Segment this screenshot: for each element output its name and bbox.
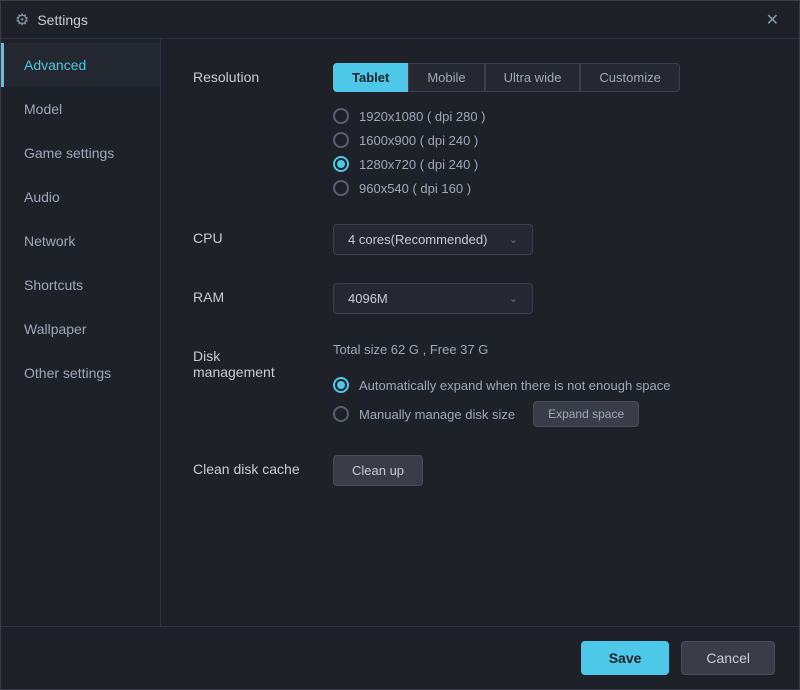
resolution-label-4: 960x540 ( dpi 160 ) [359,181,471,196]
content-area: Advanced Model Game settings Audio Netwo… [1,39,799,626]
tab-customize[interactable]: Customize [580,63,679,92]
cpu-dropdown-arrow: ⌄ [509,233,518,246]
close-button[interactable]: ✕ [760,8,785,32]
expand-space-button[interactable]: Expand space [533,401,639,427]
resolution-option-4[interactable]: 960x540 ( dpi 160 ) [333,180,767,196]
radio-outer-3 [333,156,349,172]
cpu-section: CPU 4 cores(Recommended) ⌄ [193,224,767,255]
disk-option-1[interactable]: Automatically expand when there is not e… [333,377,767,393]
settings-icon: ⚙ [15,10,29,30]
disk-radio-outer-1 [333,377,349,393]
radio-outer-1 [333,108,349,124]
disk-radio-inner-1 [337,381,345,389]
clean-label: Clean disk cache [193,455,313,477]
cpu-dropdown[interactable]: 4 cores(Recommended) ⌄ [333,224,533,255]
ram-label: RAM [193,283,313,305]
sidebar-item-advanced[interactable]: Advanced [1,43,160,87]
resolution-label-3: 1280x720 ( dpi 240 ) [359,157,478,172]
cpu-label: CPU [193,224,313,246]
radio-outer-4 [333,180,349,196]
footer: Save Cancel [1,626,799,689]
disk-info: Total size 62 G , Free 37 G [333,342,767,357]
disk-radio-outer-2 [333,406,349,422]
disk-label: Disk management [193,342,313,380]
sidebar-item-other-settings[interactable]: Other settings [1,351,160,395]
ram-dropdown-arrow: ⌄ [509,292,518,305]
tab-mobile[interactable]: Mobile [408,63,484,92]
ram-content: 4096M ⌄ [333,283,767,314]
resolution-tabs: Tablet Mobile Ultra wide Customize [333,63,767,92]
cleanup-button[interactable]: Clean up [333,455,423,486]
sidebar-item-wallpaper[interactable]: Wallpaper [1,307,160,351]
cpu-value: 4 cores(Recommended) [348,232,487,247]
resolution-label: Resolution [193,63,313,85]
radio-outer-2 [333,132,349,148]
disk-label-2: Manually manage disk size [359,407,515,422]
sidebar-item-game-settings[interactable]: Game settings [1,131,160,175]
resolution-label-1: 1920x1080 ( dpi 280 ) [359,109,485,124]
disk-content: Total size 62 G , Free 37 G Automaticall… [333,342,767,427]
settings-window: ⚙ Settings ✕ Advanced Model Game setting… [0,0,800,690]
sidebar-item-model[interactable]: Model [1,87,160,131]
cpu-content: 4 cores(Recommended) ⌄ [333,224,767,255]
resolution-options: 1920x1080 ( dpi 280 ) 1600x900 ( dpi 240… [333,108,767,196]
resolution-content: Tablet Mobile Ultra wide Customize 1920x… [333,63,767,196]
resolution-option-2[interactable]: 1600x900 ( dpi 240 ) [333,132,767,148]
clean-content: Clean up [333,455,767,486]
disk-options: Automatically expand when there is not e… [333,377,767,427]
titlebar-left: ⚙ Settings [15,10,88,30]
cancel-button[interactable]: Cancel [681,641,775,675]
tab-ultrawide[interactable]: Ultra wide [485,63,581,92]
resolution-option-3[interactable]: 1280x720 ( dpi 240 ) [333,156,767,172]
sidebar-item-audio[interactable]: Audio [1,175,160,219]
save-button[interactable]: Save [581,641,670,675]
main-content: Resolution Tablet Mobile Ultra wide Cust… [161,39,799,626]
window-title: Settings [37,12,88,28]
disk-label-1: Automatically expand when there is not e… [359,378,670,393]
sidebar: Advanced Model Game settings Audio Netwo… [1,39,161,626]
sidebar-item-shortcuts[interactable]: Shortcuts [1,263,160,307]
ram-dropdown[interactable]: 4096M ⌄ [333,283,533,314]
resolution-section: Resolution Tablet Mobile Ultra wide Cust… [193,63,767,196]
ram-section: RAM 4096M ⌄ [193,283,767,314]
titlebar: ⚙ Settings ✕ [1,1,799,39]
disk-section: Disk management Total size 62 G , Free 3… [193,342,767,427]
ram-value: 4096M [348,291,388,306]
tab-tablet[interactable]: Tablet [333,63,408,92]
radio-inner-3 [337,160,345,168]
clean-section: Clean disk cache Clean up [193,455,767,486]
resolution-label-2: 1600x900 ( dpi 240 ) [359,133,478,148]
resolution-option-1[interactable]: 1920x1080 ( dpi 280 ) [333,108,767,124]
sidebar-item-network[interactable]: Network [1,219,160,263]
disk-option-2[interactable]: Manually manage disk size Expand space [333,401,767,427]
